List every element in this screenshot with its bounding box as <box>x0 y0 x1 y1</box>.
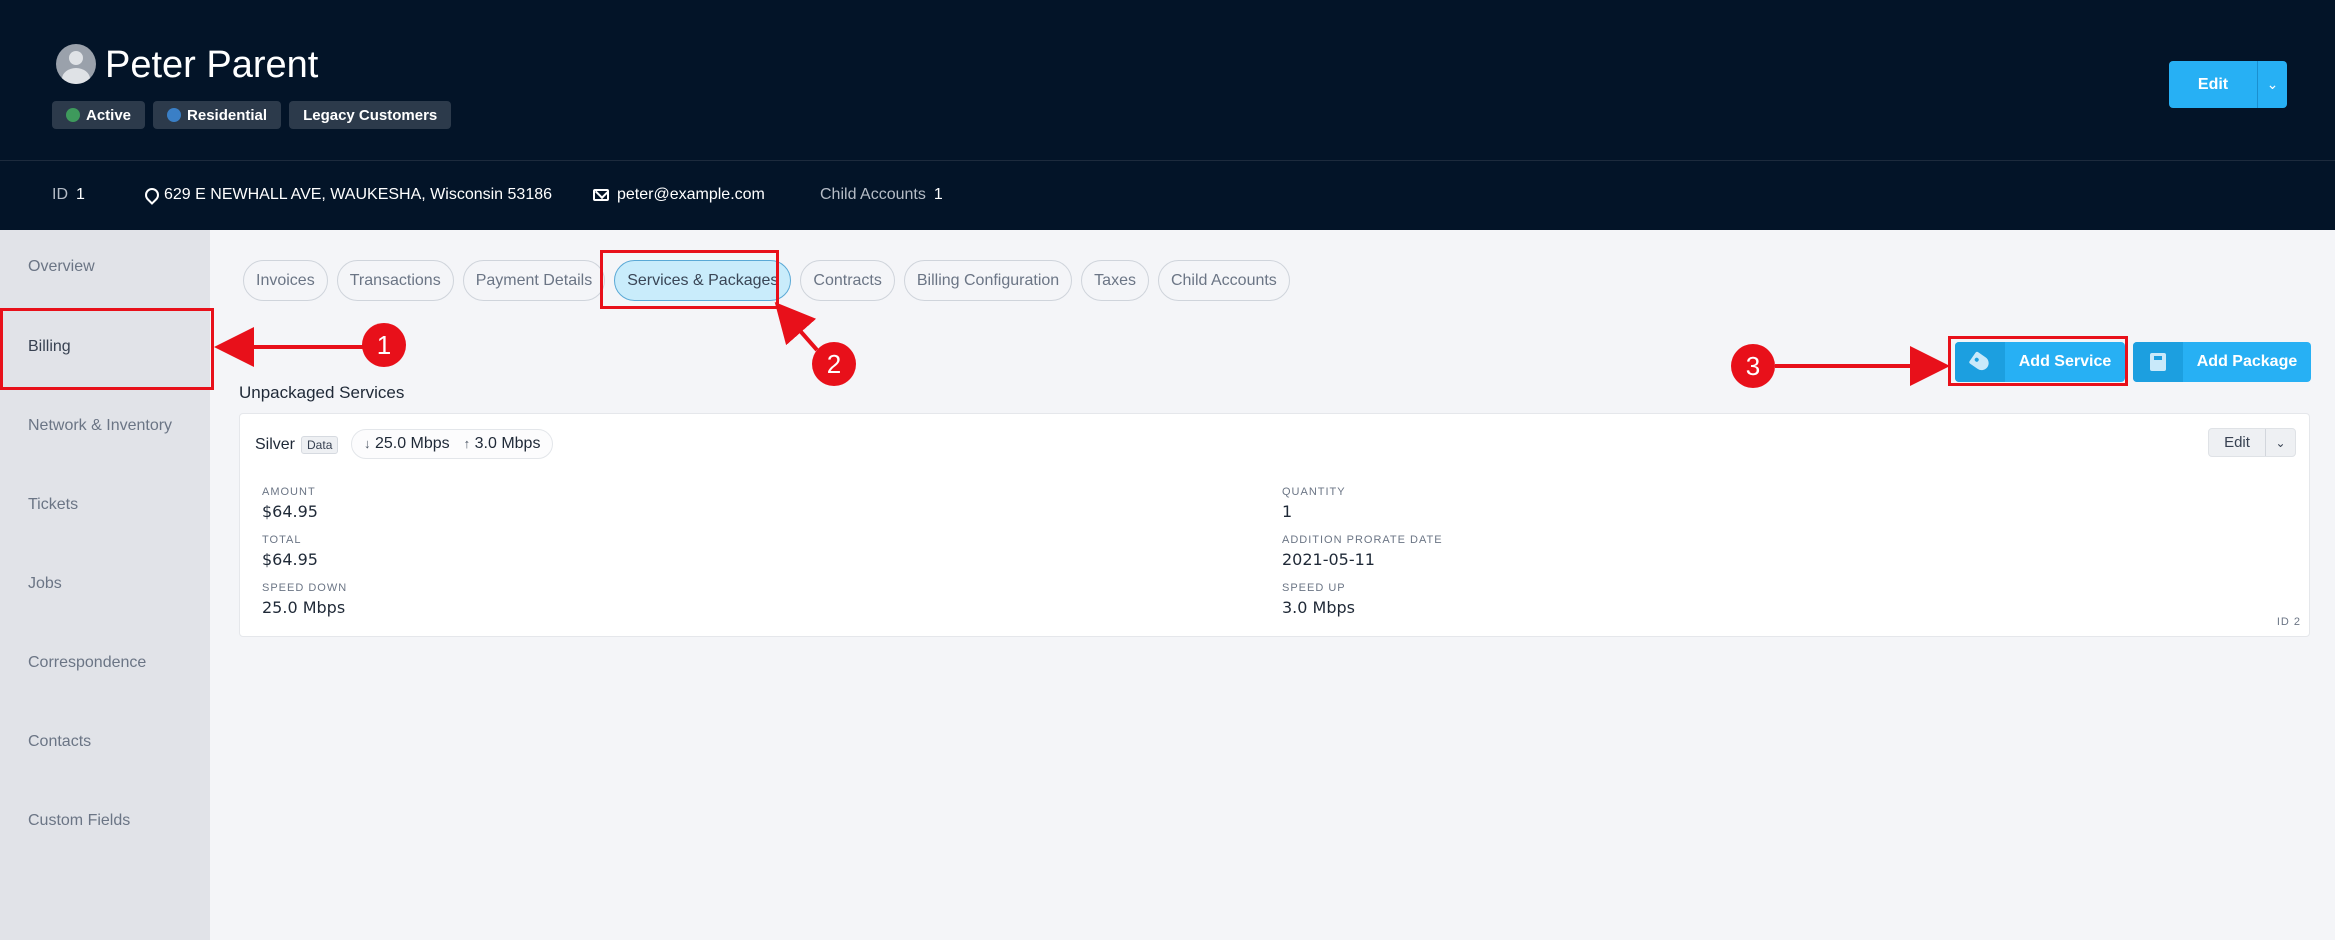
annotation-arrows <box>214 301 1950 386</box>
annotation-marker-1: 1 <box>362 323 406 367</box>
arrow-to-services-tab <box>774 301 819 352</box>
annotation-marker-2: 2 <box>812 342 856 386</box>
annotation-marker-3: 3 <box>1731 344 1775 388</box>
